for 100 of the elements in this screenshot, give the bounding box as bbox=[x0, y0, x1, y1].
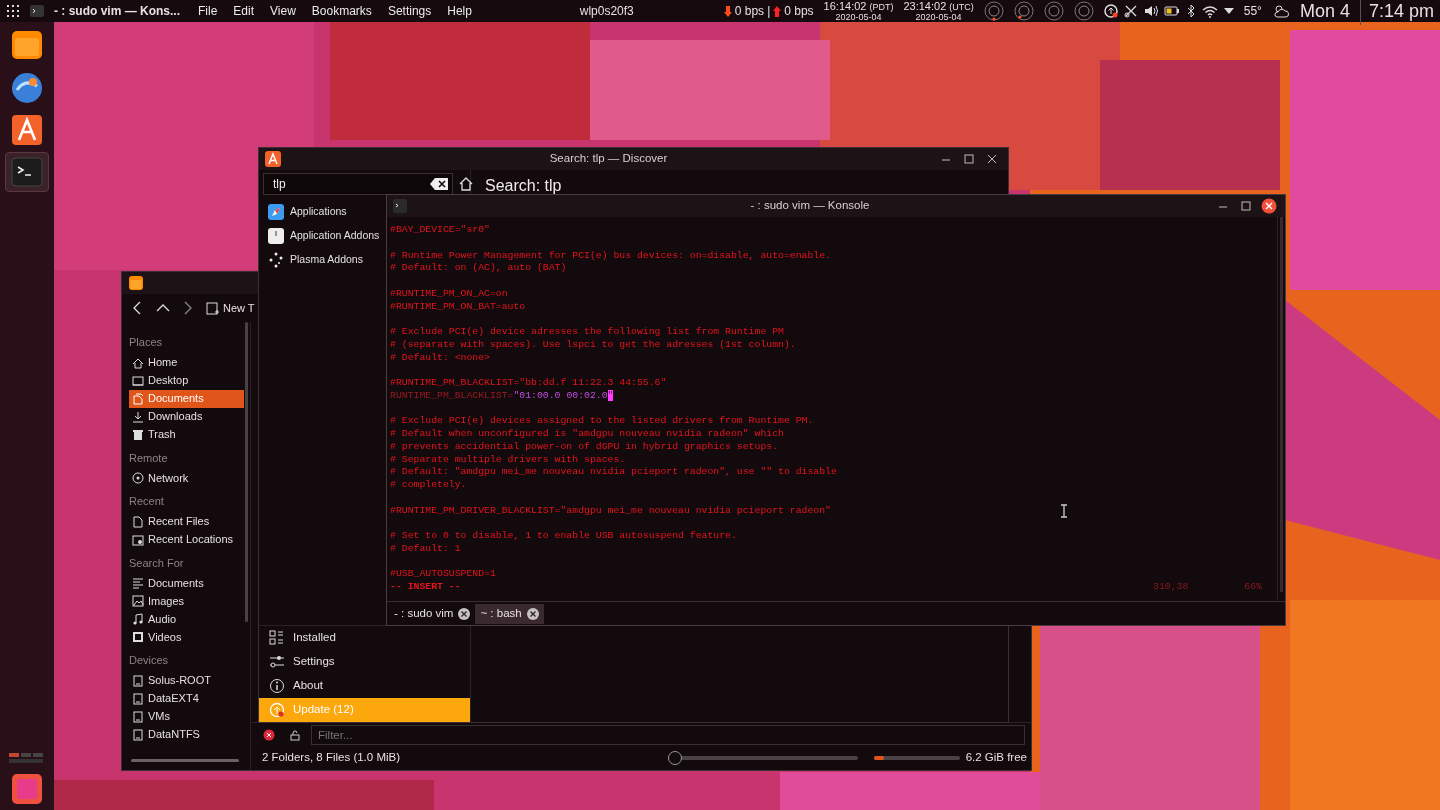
store-icon bbox=[9, 112, 45, 148]
code-line: # completely. bbox=[390, 479, 467, 492]
code-line: # Runtime Power Management for PCI(e) bus devices: on=disable, auto=enable. bbox=[390, 249, 831, 263]
clock-date: 2020-05-04 bbox=[915, 11, 962, 22]
sidebar-item[interactable]: DataNTFS bbox=[129, 725, 244, 744]
clock-zone: (UTC) bbox=[949, 1, 974, 12]
category-item[interactable]: Plasma Addons bbox=[259, 248, 363, 272]
sidebar-item[interactable]: Recent Locations bbox=[129, 530, 244, 549]
gauge-icon bbox=[1073, 1, 1094, 21]
sidebar-item[interactable]: Trash bbox=[129, 425, 244, 444]
close-icon[interactable] bbox=[526, 607, 539, 620]
filter-field[interactable]: Filter... bbox=[311, 724, 1025, 745]
download-arrow-icon bbox=[723, 5, 732, 17]
sidebar-item[interactable]: Videos bbox=[129, 628, 244, 646]
image-icon bbox=[132, 595, 144, 607]
battery-icon[interactable] bbox=[1163, 5, 1180, 17]
menu-item[interactable]: Bookmarks bbox=[311, 2, 372, 20]
sidebar-item[interactable]: Audio bbox=[129, 610, 244, 628]
sidebar-item[interactable]: Images bbox=[129, 592, 244, 610]
terminal-tab[interactable]: ~ : bash bbox=[475, 603, 544, 624]
document-icon bbox=[132, 392, 144, 405]
home-button[interactable] bbox=[459, 176, 473, 192]
sidebar-item[interactable]: VMs bbox=[129, 707, 244, 726]
clear-text-icon[interactable] bbox=[430, 178, 448, 190]
close-icon bbox=[1261, 198, 1277, 214]
app-launcher-icon[interactable] bbox=[6, 4, 20, 18]
code-line: # (separate with spaces). Use lspci to get the adresses (1st column). bbox=[390, 338, 796, 352]
volume-icon[interactable] bbox=[1143, 4, 1158, 18]
network-interface: wlp0s20f3 bbox=[579, 3, 634, 20]
terminal-icon bbox=[9, 154, 45, 190]
window-title: - : sudo vim — Kons... bbox=[54, 3, 180, 20]
upload-rate: 0 bps bbox=[784, 3, 814, 20]
wifi-icon[interactable] bbox=[1201, 4, 1218, 18]
compass-icon bbox=[268, 204, 284, 220]
terminal-icon[interactable] bbox=[30, 4, 44, 18]
category-item[interactable]: Application Addons bbox=[259, 224, 380, 248]
clock-time[interactable]: 7:14 pm bbox=[1359, 0, 1434, 25]
puzzle-icon bbox=[268, 228, 284, 244]
text-cursor-icon bbox=[1060, 504, 1068, 518]
code-line: # prevents accidential power-on of dGPU in hybrid graphics setups. bbox=[390, 440, 779, 454]
sidebar-item[interactable]: Recent Files bbox=[129, 512, 244, 531]
window-title: - : sudo vim — Konsole bbox=[749, 198, 871, 214]
caret-icon[interactable] bbox=[1223, 7, 1234, 15]
drive-icon bbox=[132, 710, 144, 723]
sidebar-item[interactable]: DataEXT4 bbox=[129, 689, 244, 708]
menu-item[interactable]: Help bbox=[447, 2, 472, 20]
update-icon[interactable] bbox=[1103, 4, 1118, 18]
scissors-icon[interactable] bbox=[1123, 4, 1138, 18]
close-button[interactable] bbox=[1259, 198, 1279, 214]
app-grid-icon[interactable] bbox=[12, 774, 42, 804]
section-heading: Recent bbox=[128, 494, 165, 509]
code-line: #RUNTIME_PM_DRIVER_BLACKLIST="amdgpu mei_me nouveau nvidia pcieport radeon" bbox=[390, 504, 831, 518]
drive-icon bbox=[132, 674, 144, 687]
search-input[interactable]: tlp bbox=[271, 174, 430, 194]
clock-time: 23:14:02 bbox=[903, 0, 947, 11]
terminal-icon[interactable] bbox=[393, 199, 407, 213]
close-icon[interactable] bbox=[458, 607, 471, 620]
up-icon[interactable] bbox=[156, 303, 170, 313]
file-icon bbox=[132, 515, 144, 528]
nav-item[interactable]: Settings bbox=[259, 650, 470, 674]
new-tab-icon[interactable] bbox=[206, 301, 220, 315]
menu-item[interactable]: File bbox=[198, 2, 218, 20]
gauge-icon bbox=[1043, 1, 1064, 21]
section-heading: Places bbox=[128, 335, 164, 350]
zoom-slider[interactable] bbox=[667, 751, 858, 765]
download-icon bbox=[132, 410, 144, 423]
upload-arrow-icon bbox=[773, 5, 782, 17]
gauge-icon bbox=[983, 1, 1004, 21]
scroll-percent: 66% bbox=[1244, 581, 1262, 594]
sidebar-item[interactable]: Desktop bbox=[129, 371, 244, 390]
nav-item[interactable]: Installed bbox=[259, 626, 470, 650]
search-field[interactable]: tlp bbox=[263, 173, 453, 195]
maximize-icon bbox=[964, 154, 974, 164]
menu-item[interactable]: Edit bbox=[233, 2, 255, 20]
sidebar-item[interactable]: Documents bbox=[129, 574, 244, 592]
free-space-bar[interactable] bbox=[873, 756, 960, 760]
section-heading: Search For bbox=[128, 555, 185, 571]
toolbar-button[interactable]: New T bbox=[223, 299, 255, 317]
store-icon[interactable] bbox=[265, 151, 281, 167]
nav-item[interactable]: About bbox=[259, 674, 470, 698]
dots-icon bbox=[268, 252, 284, 268]
sidebar-item[interactable]: Solus-ROOT bbox=[129, 671, 244, 690]
weather-icon[interactable] bbox=[1271, 3, 1290, 19]
sidebar-item[interactable]: Documents bbox=[129, 389, 244, 408]
sidebar-item[interactable]: Downloads bbox=[129, 407, 244, 426]
music-note-icon bbox=[132, 613, 144, 625]
home-icon bbox=[132, 356, 144, 369]
menu-item[interactable]: View bbox=[270, 2, 296, 20]
forward-icon[interactable] bbox=[182, 301, 194, 315]
clock-day[interactable]: Mon 4 bbox=[1299, 0, 1350, 25]
code-line: #BAY_DEVICE="sr0" bbox=[390, 224, 490, 237]
bluetooth-icon[interactable] bbox=[1185, 4, 1196, 18]
category-item[interactable]: Applications bbox=[259, 200, 347, 224]
sidebar-item[interactable]: Home bbox=[129, 353, 244, 372]
sliders-icon bbox=[269, 654, 285, 670]
folder-icon[interactable] bbox=[128, 275, 144, 291]
code-line: # Exclude PCI(e) devices assigned to the listed drivers from Runtime PM. bbox=[390, 415, 814, 428]
globe-icon bbox=[9, 70, 45, 106]
menu-item[interactable]: Settings bbox=[387, 2, 432, 20]
sidebar-item[interactable]: Network bbox=[129, 469, 244, 487]
